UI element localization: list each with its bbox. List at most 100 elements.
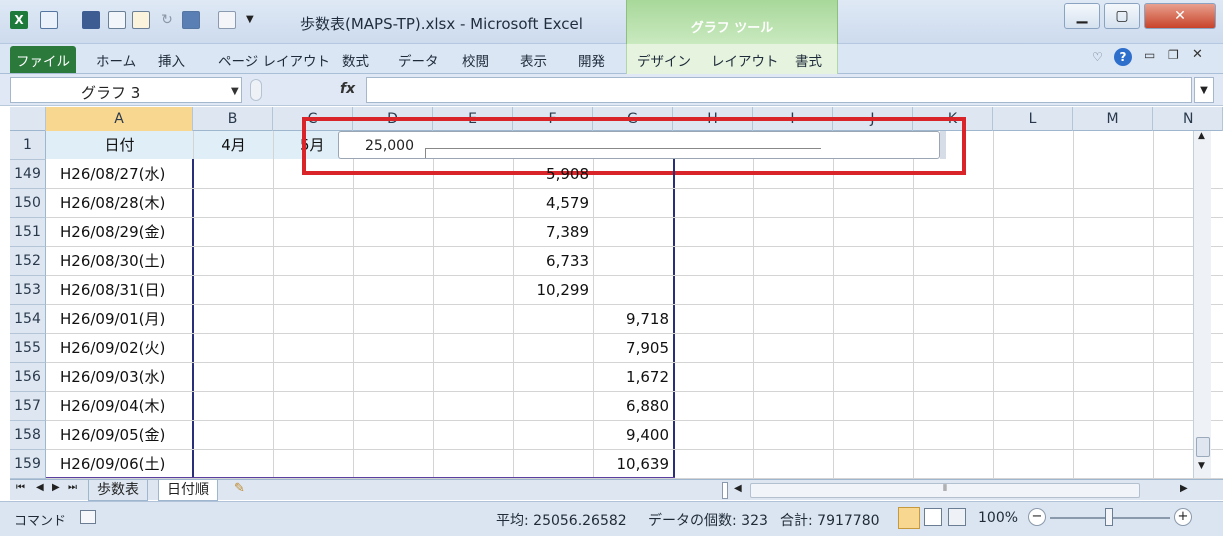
tab-file[interactable]: ファイル [10,46,76,73]
date-cell[interactable]: H26/09/02(火) [60,334,165,363]
tab-formulas[interactable]: 数式 [342,50,369,70]
zoom-out-icon[interactable]: − [1028,508,1046,526]
save-icon[interactable] [82,11,100,29]
help-icon[interactable]: ? [1114,48,1132,66]
resize-handle-icon[interactable] [250,79,262,101]
formula-input[interactable] [366,77,1192,103]
step-cell-g[interactable] [583,189,669,218]
print-preview-icon[interactable] [108,11,126,29]
tab-page-layout[interactable]: ページ レイアウト [218,50,330,70]
row-header-1[interactable]: 1 [10,131,46,160]
tab-chart-design[interactable]: デザイン [637,50,691,70]
page-layout-view-icon[interactable] [924,508,942,526]
row-header[interactable]: 149 [10,160,46,189]
select-all-corner[interactable] [10,107,46,131]
row-header[interactable]: 153 [10,276,46,305]
tab-chart-layout[interactable]: レイアウト [711,50,779,70]
close-button[interactable]: ✕ [1144,3,1216,29]
row-header[interactable]: 156 [10,363,46,392]
step-cell-g[interactable]: 10,639 [583,450,670,479]
step-cell-f[interactable] [503,305,589,334]
date-cell[interactable]: H26/08/29(金) [60,218,165,247]
step-cell-f[interactable] [503,450,589,479]
zoom-in-icon[interactable]: + [1174,508,1192,526]
step-cell-f[interactable]: 5,908 [503,160,589,189]
v-scroll-thumb[interactable] [1196,437,1210,457]
tab-insert[interactable]: 挿入 [158,50,185,70]
row-header[interactable]: 150 [10,189,46,218]
step-cell-f[interactable]: 10,299 [503,276,590,305]
shape-icon[interactable] [182,11,200,29]
zoom-level[interactable]: 100% [978,510,1018,526]
col-header-b[interactable]: B [193,107,273,131]
date-cell[interactable]: H26/08/28(木) [60,189,165,218]
customize-qat-icon[interactable]: ▼ [246,11,264,29]
first-sheet-icon[interactable]: ⏮ [16,482,25,493]
step-cell-f[interactable] [503,421,589,450]
tab-review[interactable]: 校閲 [462,50,489,70]
row-header[interactable]: 154 [10,305,46,334]
step-cell-f[interactable]: 7,389 [503,218,589,247]
step-cell-f[interactable]: 6,733 [503,247,589,276]
step-cell-g[interactable]: 9,718 [583,305,669,334]
date-cell[interactable]: H26/08/31(日) [60,276,165,305]
doc-minimize-icon[interactable]: ▭ [1144,48,1155,62]
row-header[interactable]: 159 [10,450,46,479]
date-cell[interactable]: H26/09/05(金) [60,421,165,450]
ribbon-min-icon[interactable]: ♡ [1092,50,1103,64]
doc-close-icon[interactable]: ✕ [1192,47,1203,62]
step-cell-g[interactable] [583,218,669,247]
v-scroll-down-icon[interactable]: ▼ [1198,461,1205,471]
date-cell[interactable]: H26/08/27(水) [60,160,165,189]
form-icon[interactable] [132,11,150,29]
sheet-tab-by-date[interactable]: 日付順 [158,480,218,501]
last-sheet-icon[interactable]: ⏭ [68,482,77,493]
tab-home[interactable]: ホーム [96,50,136,70]
h-scroll-left-icon[interactable]: ◀ [734,483,742,494]
tab-view[interactable]: 表示 [520,50,547,70]
normal-view-icon[interactable] [898,507,920,529]
macro-record-icon[interactable] [80,510,96,524]
step-cell-g[interactable]: 1,672 [583,363,669,392]
zoom-slider-thumb[interactable] [1105,508,1113,526]
step-cell-g[interactable] [583,247,669,276]
tab-chart-format[interactable]: 書式 [795,50,822,70]
prev-sheet-icon[interactable]: ◀ [36,482,44,493]
maximize-button[interactable]: ▢ [1104,3,1140,29]
row-header[interactable]: 152 [10,247,46,276]
expand-formula-bar-icon[interactable]: ▼ [1194,77,1214,103]
h-scroll-right-icon[interactable]: ▶ [1180,483,1188,494]
table-icon[interactable] [218,11,236,29]
chart-type-icon[interactable] [40,11,58,29]
tab-data[interactable]: データ [398,50,439,70]
name-box[interactable]: グラフ 3 ▼ [10,77,242,103]
row-header[interactable]: 157 [10,392,46,421]
step-cell-f[interactable] [503,334,589,363]
date-cell[interactable]: H26/09/03(水) [60,363,165,392]
excel-logo-icon[interactable]: X [10,11,28,29]
step-cell-g[interactable] [583,276,669,305]
sheet-tab-steps[interactable]: 歩数表 [88,480,148,501]
v-scroll-up-icon[interactable]: ▲ [1198,131,1205,141]
next-sheet-icon[interactable]: ▶ [52,482,60,493]
step-cell-g[interactable]: 9,400 [583,421,669,450]
date-cell[interactable]: H26/09/01(月) [60,305,165,334]
redo-icon[interactable]: ↻ [158,11,176,29]
v-scrollbar[interactable]: ▲ ▼ [1193,131,1211,478]
row-header[interactable]: 158 [10,421,46,450]
name-box-dropdown-icon[interactable]: ▼ [231,86,239,97]
step-cell-f[interactable]: 4,579 [503,189,589,218]
col-header-n[interactable]: N [1153,107,1223,131]
split-handle[interactable] [722,482,728,499]
tab-developer[interactable]: 開発 [578,50,605,70]
minimize-button[interactable]: ▁ [1064,3,1100,29]
step-cell-g[interactable]: 6,880 [583,392,669,421]
step-cell-g[interactable]: 7,905 [583,334,669,363]
date-cell[interactable]: H26/09/04(木) [60,392,165,421]
row-header[interactable]: 155 [10,334,46,363]
insert-sheet-icon[interactable]: ✎ [234,481,245,496]
col-header-m[interactable]: M [1073,107,1153,131]
h-scrollbar[interactable]: ⦀ [750,483,1140,498]
page-break-view-icon[interactable] [948,508,966,526]
row-header[interactable]: 151 [10,218,46,247]
